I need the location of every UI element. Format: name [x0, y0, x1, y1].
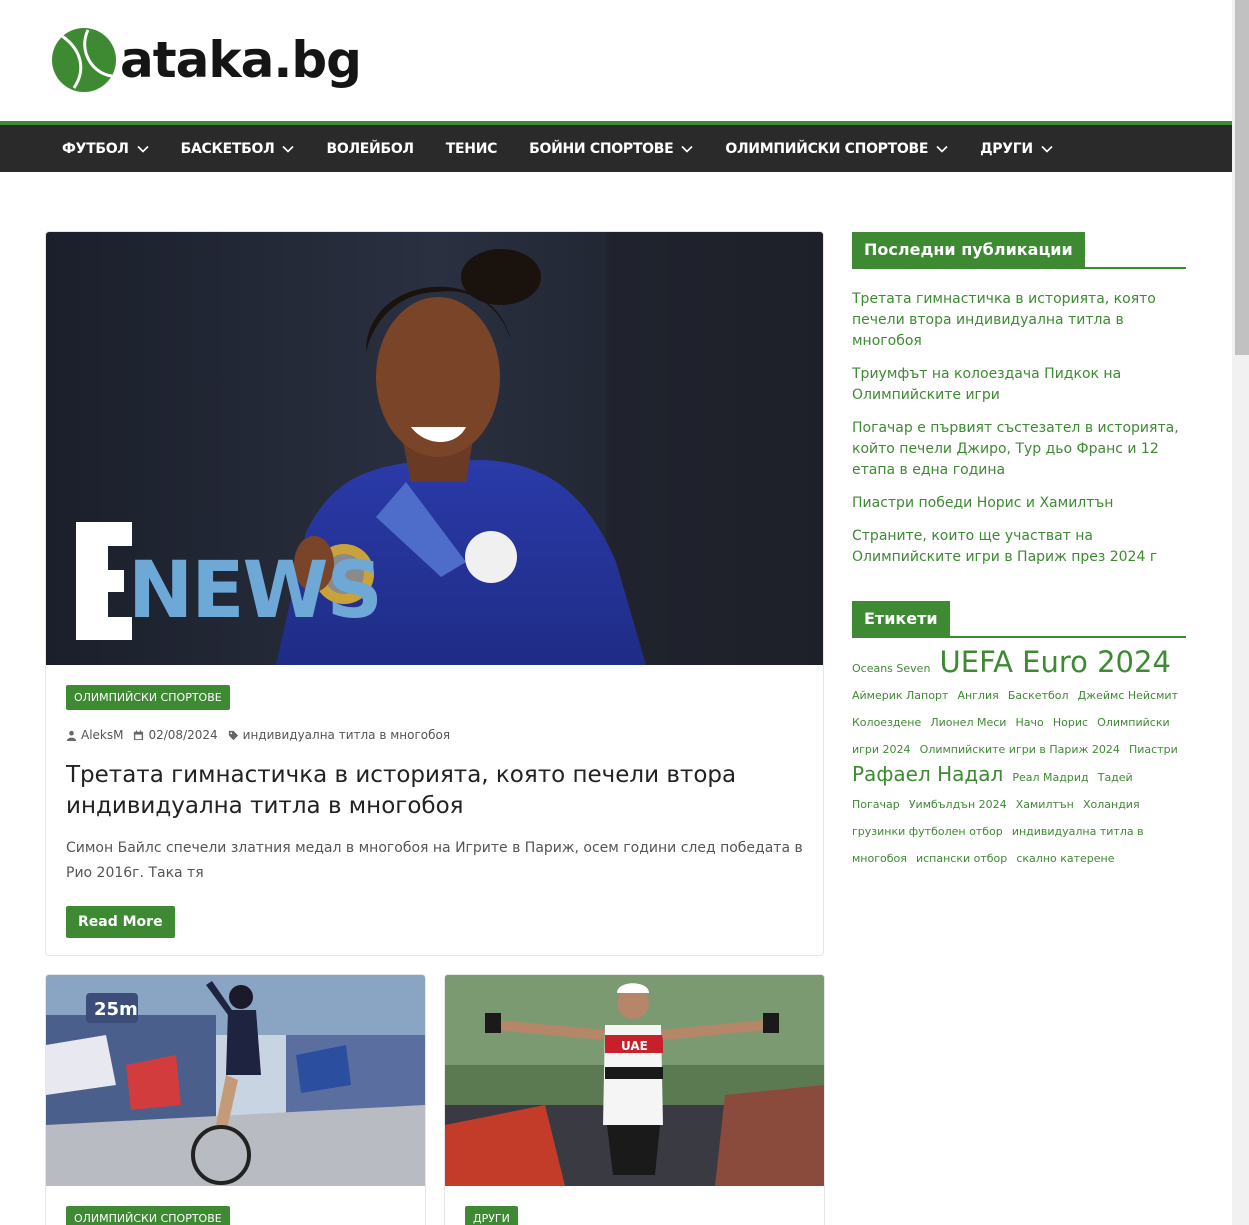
featured-post-card: NEWS ОЛИМПИЙСКИ СПОРТОВЕ AleksM 02/08/20…: [45, 231, 824, 956]
recent-post-link[interactable]: Триумфът на колоездача Пидкок на Олимпий…: [852, 364, 1186, 406]
tag-link[interactable]: Англия: [957, 689, 998, 702]
tag-link[interactable]: Пиастри: [1129, 743, 1178, 756]
tag-link[interactable]: UEFA Euro 2024: [940, 645, 1171, 679]
tag-link[interactable]: Хамилтън: [1016, 798, 1074, 811]
category-badge[interactable]: ОЛИМПИЙСКИ СПОРТОВЕ: [66, 685, 230, 710]
svg-text:25m: 25m: [94, 999, 138, 1020]
widget-title: Етикети: [852, 601, 950, 636]
tag-link[interactable]: испански отбор: [916, 852, 1007, 865]
tag-link[interactable]: Холандия: [1083, 798, 1140, 811]
nav-item-label: ДРУГИ: [980, 140, 1033, 157]
scrollbar[interactable]: [1232, 0, 1249, 1225]
featured-image[interactable]: NEWS: [46, 232, 823, 665]
tag-link[interactable]: Аймерик Лапорт: [852, 689, 948, 702]
read-more-button[interactable]: Read More: [66, 906, 175, 938]
nav-item[interactable]: БОЙНИ СПОРТОВЕ: [529, 141, 693, 157]
tag-icon: [228, 730, 238, 740]
widget-title: Последни публикации: [852, 232, 1085, 267]
category-badge[interactable]: ОЛИМПИЙСКИ СПОРТОВЕ: [66, 1206, 230, 1225]
site-header: ataka.bg: [0, 0, 1232, 121]
post-date[interactable]: 02/08/2024: [148, 728, 217, 742]
nav-item-label: ВОЛЕЙБОЛ: [326, 140, 414, 157]
tag-link[interactable]: Уимбълдън 2024: [909, 798, 1007, 811]
nav-item[interactable]: ОЛИМПИЙСКИ СПОРТОВЕ: [725, 141, 948, 157]
tag-link[interactable]: грузинки футболен отбор: [852, 825, 1003, 838]
post-card: 25m ОЛИМПИЙСКИ СПОРТОВЕ: [45, 974, 426, 1225]
post-excerpt: Симон Байлс спечели златния медал в мног…: [66, 840, 803, 881]
post-author[interactable]: AleksM: [81, 728, 123, 742]
recent-post-link[interactable]: Страните, които ще участват на Олимпийск…: [852, 526, 1186, 568]
tag-link[interactable]: Колоездене: [852, 716, 921, 729]
nav-item-label: БАСКЕТБОЛ: [180, 140, 275, 157]
chevron-down-icon: [1041, 145, 1053, 153]
tags-heading: Етикети: [852, 601, 1186, 638]
tag-link[interactable]: Рафаел Надал: [852, 762, 1003, 786]
svg-text:UAE: UAE: [621, 1039, 648, 1053]
category-badge[interactable]: ДРУГИ: [465, 1206, 518, 1225]
recent-posts-heading: Последни публикации: [852, 232, 1186, 269]
recent-post-link[interactable]: Пиастри победи Норис и Хамилтън: [852, 493, 1186, 514]
post-tag[interactable]: индивидуална титла в многобоя: [243, 728, 450, 742]
user-icon: [66, 730, 77, 741]
tag-link[interactable]: Начо: [1016, 716, 1044, 729]
tennis-ball-icon: [52, 28, 116, 92]
recent-posts-list: Третата гимнастичка в историята, която п…: [852, 289, 1186, 568]
tag-link[interactable]: Норис: [1053, 716, 1088, 729]
nav-item[interactable]: ВОЛЕЙБОЛ: [326, 140, 414, 157]
tag-link[interactable]: скално катерене: [1016, 852, 1114, 865]
main-nav: ФУТБОЛ БАСКЕТБОЛ ВОЛЕЙБОЛ ТЕНИС БОЙНИ СПОРТО…: [0, 121, 1232, 172]
tag-link[interactable]: Oceans Seven: [852, 662, 930, 675]
chevron-down-icon: [681, 145, 693, 153]
nav-item[interactable]: ТЕНИС: [445, 140, 498, 157]
nav-item-label: ОЛИМПИЙСКИ СПОРТОВЕ: [725, 140, 929, 157]
chevron-down-icon: [936, 145, 948, 153]
nav-item[interactable]: БАСКЕТБОЛ: [181, 141, 295, 157]
recent-post-link[interactable]: Погачар е първият състезател в историята…: [852, 418, 1186, 481]
tag-cloud: Oceans Seven UEFA Euro 2024 Аймерик Лапо…: [852, 648, 1186, 871]
tag-link[interactable]: Реал Мадрид: [1012, 771, 1088, 784]
tag-link[interactable]: Джеймс Нейсмит: [1078, 689, 1178, 702]
chevron-down-icon: [137, 145, 149, 153]
tag-link[interactable]: Баскетбол: [1008, 689, 1069, 702]
tag-link[interactable]: Лионел Меси: [930, 716, 1006, 729]
nav-item[interactable]: ДРУГИ: [980, 141, 1053, 157]
scrollbar-thumb[interactable]: [1235, 0, 1249, 355]
recent-post-link[interactable]: Третата гимнастичка в историята, която п…: [852, 289, 1186, 352]
logo-text: ataka.bg: [120, 31, 362, 89]
site-logo[interactable]: ataka.bg: [52, 28, 362, 92]
post-meta: AleksM 02/08/2024 индивидуална титла в м…: [66, 728, 803, 742]
nav-item-label: ФУТБОЛ: [62, 140, 129, 157]
calendar-icon: [134, 729, 144, 740]
chevron-down-icon: [282, 145, 295, 153]
post-title[interactable]: Третата гимнастичка в историята, която п…: [66, 760, 803, 822]
post-card: UAE ДРУГИ: [444, 974, 825, 1225]
nav-item-label: ТЕНИС: [445, 140, 498, 157]
tag-link[interactable]: Олимпийските игри в Париж 2024: [920, 743, 1120, 756]
nav-item-label: БОЙНИ СПОРТОВЕ: [529, 140, 674, 157]
nav-item[interactable]: ФУТБОЛ: [62, 141, 149, 157]
post-image[interactable]: UAE: [445, 975, 824, 1186]
svg-text:NEWS: NEWS: [128, 546, 381, 636]
post-image[interactable]: 25m: [46, 975, 425, 1186]
sidebar: Последни публикации Третата гимнастичка …: [852, 232, 1186, 871]
